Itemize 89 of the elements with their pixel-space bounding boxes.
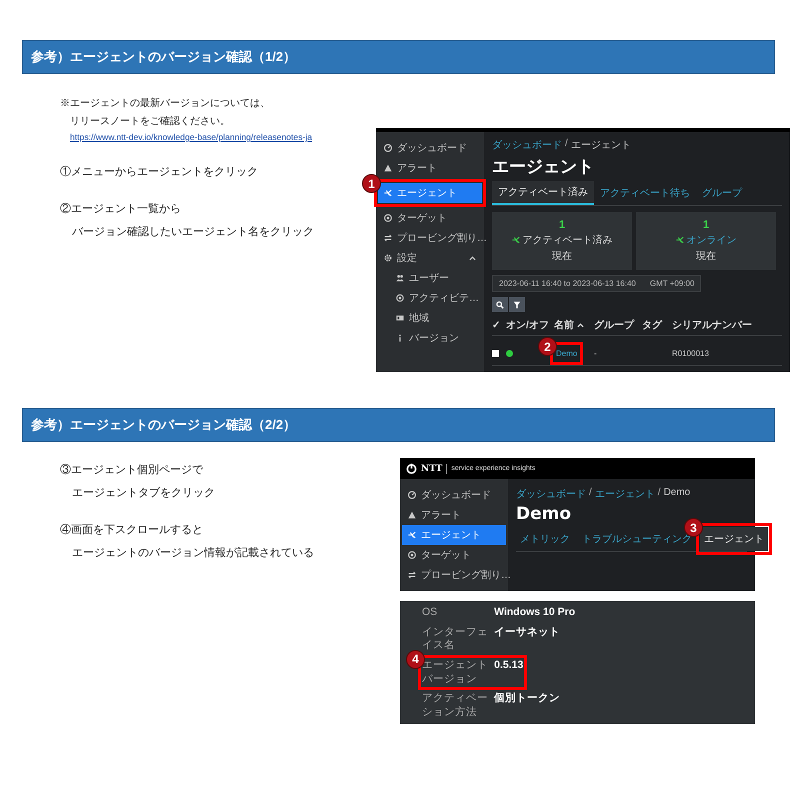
column-header[interactable]: タグ — [642, 318, 662, 332]
note-text: リリースノートをご確認ください。 — [69, 114, 231, 128]
gauge-icon — [408, 491, 416, 499]
arrows-icon — [384, 234, 392, 242]
network-icon — [676, 236, 684, 244]
stat-caption: 現在 — [696, 250, 716, 263]
stat-value: 1 — [558, 219, 566, 231]
brand-name: NTT — [421, 464, 448, 474]
stat-label[interactable]: オンライン — [686, 233, 736, 247]
column-header[interactable]: ✓ — [492, 319, 500, 331]
detail-label: エージェントバージョン — [422, 658, 488, 686]
step-number-badge: 1 — [362, 174, 381, 193]
tab[interactable]: エージェント — [700, 527, 768, 551]
settings-icon — [384, 254, 392, 262]
search-button[interactable] — [492, 297, 508, 312]
column-header[interactable]: 名前 — [554, 318, 574, 332]
users-icon — [396, 274, 404, 282]
step-instruction: エージェントのバージョン情報が記載されている — [71, 546, 315, 560]
detail-label: インターフェイス名 — [422, 626, 488, 653]
sidebar-item[interactable]: 設定 — [378, 248, 482, 268]
step-number-badge: 4 — [406, 650, 425, 669]
tab[interactable]: アクティベート待ち — [594, 181, 696, 205]
warning-icon — [384, 164, 392, 172]
breadcrumb-separator: / — [589, 487, 592, 500]
power-symbol-icon — [406, 463, 417, 474]
page-title: エージェント — [492, 156, 594, 178]
sort-icon[interactable] — [577, 322, 584, 328]
sidebar-item[interactable]: ターゲット — [378, 208, 482, 228]
network-icon — [512, 236, 520, 244]
tab[interactable]: グループ — [696, 181, 748, 205]
breadcrumb-link[interactable]: ダッシュボード — [492, 138, 562, 152]
sidebar-item[interactable]: バージョン — [378, 328, 482, 348]
sidebar-item[interactable]: ユーザー — [378, 268, 482, 288]
target-icon — [384, 214, 392, 222]
table-cell-text: - — [594, 349, 598, 358]
column-header[interactable]: グループ — [594, 318, 634, 332]
warning-icon — [408, 511, 416, 519]
sidebar-item[interactable]: アクティビテ… — [378, 288, 482, 308]
sidebar-item[interactable]: エージェント — [378, 183, 482, 203]
step-instruction: ②エージェント一覧から — [60, 202, 182, 216]
gauge-icon — [384, 144, 392, 152]
sidebar-item[interactable]: アラート — [378, 158, 482, 178]
breadcrumb-link[interactable]: ダッシュボード — [516, 487, 586, 501]
network-icon — [384, 189, 392, 197]
detail-value: 個別トークン — [494, 692, 560, 706]
step-instruction: エージェントタブをクリック — [71, 486, 216, 500]
breadcrumb-link[interactable]: エージェント — [594, 487, 655, 501]
stat-label: アクティベート済み — [522, 234, 612, 247]
target-icon — [408, 551, 416, 559]
chevron-icon — [469, 256, 476, 260]
column-header[interactable]: シリアルナンバー — [672, 318, 752, 332]
sidebar-item[interactable]: ダッシュボード — [402, 485, 506, 505]
step-instruction: ④画面を下スクロールすると — [60, 522, 204, 537]
table-cell-text: R0100013 — [672, 349, 710, 358]
detail-value: イーサネット — [494, 626, 560, 640]
detail-value: 0.5.13 — [494, 658, 524, 673]
step-instruction: ①メニューからエージェントをクリック — [60, 164, 259, 179]
arrows-icon — [408, 571, 416, 579]
agent-name-link[interactable]: Demo — [556, 349, 578, 358]
filter-button[interactable] — [509, 297, 525, 312]
breadcrumb-separator: / — [565, 138, 568, 151]
sidebar-item[interactable]: アラート — [402, 505, 506, 525]
card-icon — [396, 314, 404, 322]
tab[interactable]: アクティベート済み — [492, 181, 594, 205]
detail-value: Windows 10 Pro — [494, 606, 576, 620]
stat-caption: 現在 — [552, 250, 572, 263]
sidebar-item[interactable]: ターゲット — [402, 545, 506, 565]
filter-icon — [513, 300, 521, 308]
stat-value: 1 — [702, 219, 710, 231]
network-icon — [408, 531, 416, 539]
section-heading: 参考）エージェントのバージョン確認（2/2） — [22, 408, 775, 442]
search-icon — [496, 300, 504, 308]
sidebar-item[interactable]: 地域 — [378, 308, 482, 328]
column-header[interactable]: オン/オフ — [506, 318, 549, 332]
row-checkbox[interactable] — [492, 350, 499, 357]
step-number-badge: 2 — [538, 337, 557, 356]
step-instruction: バージョン確認したいエージェント名をクリック — [71, 225, 315, 239]
step-instruction: ③エージェント個別ページで — [60, 462, 204, 477]
release-notes-link[interactable]: https://www.ntt-dev.io/knowledge-base/planning/releasenotes-ja — [60, 132, 370, 142]
tab[interactable]: メトリック — [516, 527, 574, 551]
section-heading: 参考）エージェントのバージョン確認（1/2） — [22, 40, 775, 74]
detail-label: アクティベーション方法 — [422, 692, 488, 720]
sidebar-item[interactable]: エージェント — [402, 525, 506, 545]
note-text: ※エージェントの最新バージョンについては、 — [60, 96, 271, 110]
sidebar-item[interactable]: ダッシュボード — [378, 138, 482, 158]
date-range-field[interactable]: 2023-06-11 16:40 to 2023-06-13 16:40 GMT +09:00 — [492, 275, 702, 292]
breadcrumb-separator: / — [658, 487, 661, 500]
page-title: Demo — [516, 504, 572, 524]
detail-label: OS — [422, 606, 438, 620]
